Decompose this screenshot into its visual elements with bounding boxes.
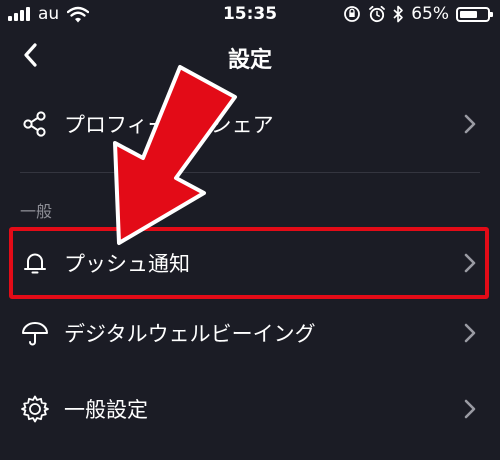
status-bar: au 15:35 65% xyxy=(0,0,500,30)
bluetooth-icon xyxy=(393,5,404,23)
alarm-icon xyxy=(369,5,386,23)
chevron-right-icon xyxy=(464,323,476,343)
settings-row-profile-share[interactable]: プロフィールをシェア xyxy=(0,89,500,159)
settings-row-label: 一般設定 xyxy=(64,398,148,422)
share-icon xyxy=(23,111,46,137)
navigation-bar: 設定 xyxy=(0,30,500,80)
umbrella-icon xyxy=(22,322,48,346)
divider xyxy=(20,172,480,173)
settings-row-digital-wellbeing[interactable]: デジタルウェルビーイング xyxy=(0,298,500,368)
highlight-box xyxy=(9,227,489,299)
settings-row-label: デジタルウェルビーイング xyxy=(64,322,316,346)
chevron-right-icon xyxy=(464,399,476,419)
battery-icon xyxy=(456,6,493,22)
battery-percent: 65% xyxy=(411,4,449,24)
settings-row-general[interactable]: 一般設定 xyxy=(0,374,500,444)
chevron-right-icon xyxy=(464,114,476,134)
gear-icon xyxy=(21,395,49,423)
rotation-lock-icon xyxy=(344,6,361,22)
settings-row-label: プロフィールをシェア xyxy=(64,113,274,137)
section-header-general: 一般 xyxy=(20,202,53,221)
page-title: 設定 xyxy=(227,48,272,73)
